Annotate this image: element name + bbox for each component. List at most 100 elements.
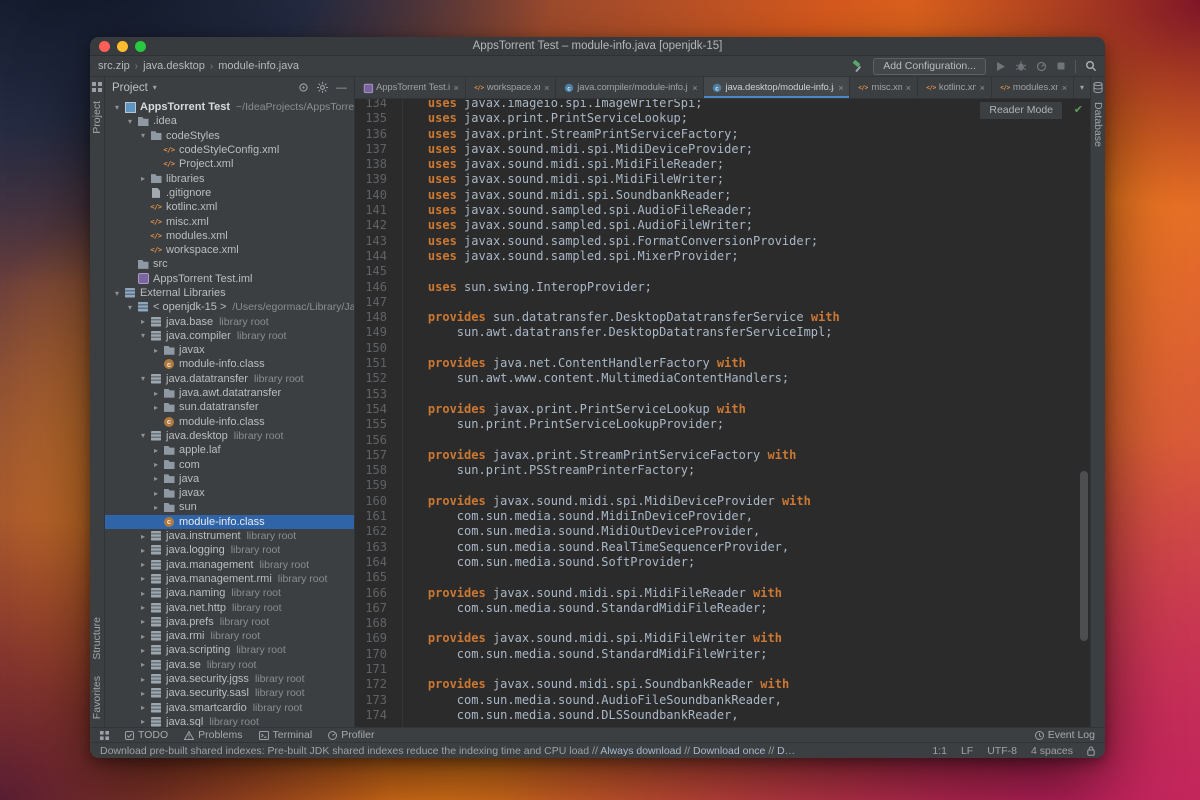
- tree-chevron-icon[interactable]: ▸: [137, 689, 149, 698]
- tree-chevron-icon[interactable]: ▸: [137, 617, 149, 626]
- editor-tab[interactable]: kotlinc.xml ×: [918, 77, 992, 98]
- tree-row[interactable]: ▸ com: [105, 457, 354, 471]
- tree-row[interactable]: Project.xml: [105, 157, 354, 171]
- tree-row[interactable]: ▸ sun.datatransfer: [105, 400, 354, 414]
- tree-chevron-icon[interactable]: ▾: [137, 331, 149, 340]
- tree-chevron-icon[interactable]: ▸: [137, 560, 149, 569]
- tree-row[interactable]: modules.xml: [105, 229, 354, 243]
- tree-row[interactable]: ▾ AppsTorrent Test ~/IdeaProjects/AppsTorr…: [105, 100, 354, 114]
- tree-row[interactable]: ▾ .idea: [105, 114, 354, 128]
- tree-chevron-icon[interactable]: ▸: [150, 474, 162, 483]
- close-window-button[interactable]: [99, 40, 110, 52]
- tree-row[interactable]: ▾ java.desktop library root: [105, 429, 354, 443]
- build-hammer-icon[interactable]: [851, 59, 864, 73]
- tree-row[interactable]: ▸ java.security.sasl library root: [105, 686, 354, 700]
- run-icon[interactable]: [995, 61, 1006, 72]
- tree-row[interactable]: ▸ javax: [105, 486, 354, 500]
- tree-chevron-icon[interactable]: ▸: [137, 717, 149, 726]
- tab-close-icon[interactable]: ×: [692, 83, 697, 93]
- tree-chevron-icon[interactable]: ▾: [111, 103, 123, 112]
- tree-chevron-icon[interactable]: ▸: [150, 503, 162, 512]
- editor-tab[interactable]: java.compiler/module-info.java ×: [556, 77, 705, 98]
- tree-row[interactable]: ▸ java.sql library root: [105, 715, 354, 727]
- tree-row[interactable]: ▾ java.datatransfer library root: [105, 372, 354, 386]
- tree-chevron-icon[interactable]: ▸: [137, 317, 149, 326]
- reader-mode-badge[interactable]: Reader Mode: [979, 101, 1063, 121]
- tab-close-icon[interactable]: ×: [1062, 83, 1067, 93]
- tree-chevron-icon[interactable]: ▸: [137, 603, 149, 612]
- search-everywhere-icon[interactable]: [1085, 60, 1097, 72]
- tree-row[interactable]: ▾ codeStyles: [105, 129, 354, 143]
- tool-button-database[interactable]: Database: [1092, 102, 1104, 147]
- tree-chevron-icon[interactable]: ▸: [137, 589, 149, 598]
- locate-file-icon[interactable]: [298, 82, 309, 93]
- add-configuration-button[interactable]: Add Configuration...: [873, 57, 986, 75]
- tree-chevron-icon[interactable]: ▸: [137, 632, 149, 641]
- breadcrumb-module-info[interactable]: module-info.java: [218, 60, 299, 72]
- tree-row[interactable]: ▾ External Libraries: [105, 286, 354, 300]
- tree-row[interactable]: ▸ sun: [105, 500, 354, 514]
- tree-chevron-icon[interactable]: ▸: [137, 546, 149, 555]
- tree-chevron-icon[interactable]: ▸: [137, 660, 149, 669]
- tool-button-favorites[interactable]: Favorites: [91, 676, 103, 719]
- tree-row[interactable]: AppsTorrent Test.iml: [105, 272, 354, 286]
- tree-row[interactable]: module-info.class: [105, 415, 354, 429]
- tree-row[interactable]: ▸ libraries: [105, 171, 354, 185]
- tool-windows-icon[interactable]: [100, 730, 109, 740]
- breadcrumb-java-desktop[interactable]: java.desktop: [143, 60, 205, 72]
- tree-chevron-icon[interactable]: ▸: [137, 574, 149, 583]
- tree-chevron-icon[interactable]: ▸: [150, 403, 162, 412]
- tree-row[interactable]: src: [105, 257, 354, 271]
- status-link[interactable]: Download once: [693, 745, 765, 757]
- chevron-down-icon[interactable]: ▾: [1080, 83, 1084, 92]
- tool-button-project[interactable]: Project: [91, 101, 103, 134]
- lock-icon[interactable]: [1087, 746, 1095, 756]
- tree-row[interactable]: workspace.xml: [105, 243, 354, 257]
- indent-widget[interactable]: 4 spaces: [1031, 745, 1073, 757]
- profile-icon[interactable]: [1036, 61, 1047, 72]
- tree-row[interactable]: ▸ java.base library root: [105, 314, 354, 328]
- tool-button-profiler[interactable]: Profiler: [328, 729, 374, 741]
- tab-close-icon[interactable]: ×: [980, 83, 985, 93]
- tree-row[interactable]: module-info.class: [105, 357, 354, 371]
- encoding-widget[interactable]: UTF-8: [987, 745, 1017, 757]
- stop-icon[interactable]: [1056, 61, 1066, 71]
- titlebar[interactable]: AppsTorrent Test – module-info.java [ope…: [90, 37, 1105, 56]
- breadcrumb-src-zip[interactable]: src.zip: [98, 60, 130, 72]
- editor-tab[interactable]: java.desktop/module-info.java ×: [704, 77, 851, 98]
- tree-chevron-icon[interactable]: ▸: [150, 389, 162, 398]
- tree-chevron-icon[interactable]: ▸: [137, 675, 149, 684]
- tool-button-structure[interactable]: Structure: [91, 617, 103, 660]
- tool-button-terminal[interactable]: Terminal: [258, 729, 312, 741]
- tool-button-event-log[interactable]: Event Log: [1034, 729, 1095, 741]
- tree-row[interactable]: ▸ java.security.jgss library root: [105, 672, 354, 686]
- inspection-ok-icon[interactable]: ✔: [1074, 102, 1083, 117]
- project-view-selector[interactable]: Project: [112, 82, 148, 94]
- editor-tab[interactable]: misc.xml ×: [850, 77, 918, 98]
- tree-chevron-icon[interactable]: ▾: [137, 131, 149, 140]
- tree-chevron-icon[interactable]: ▸: [137, 532, 149, 541]
- tree-chevron-icon[interactable]: ▾: [124, 303, 136, 312]
- tree-row[interactable]: ▸ apple.laf: [105, 443, 354, 457]
- status-link[interactable]: Always download: [600, 745, 681, 757]
- status-link[interactable]: Don't show again: [777, 745, 800, 757]
- tree-row[interactable]: ▸ java.prefs library root: [105, 615, 354, 629]
- tree-row[interactable]: ▾ < openjdk-15 > /Users/egormac/Library/Ja…: [105, 300, 354, 314]
- editor-scrollbar[interactable]: [1080, 471, 1088, 641]
- tree-row[interactable]: ▸ java.scripting library root: [105, 643, 354, 657]
- tree-row[interactable]: ▸ java.smartcardio library root: [105, 700, 354, 714]
- tree-row[interactable]: misc.xml: [105, 214, 354, 228]
- tree-row[interactable]: ▸ java.management library root: [105, 558, 354, 572]
- debug-icon[interactable]: [1015, 60, 1027, 72]
- tree-row[interactable]: ▸ java.instrument library root: [105, 529, 354, 543]
- tree-row[interactable]: ▸ java.rmi library root: [105, 629, 354, 643]
- tool-windows-icon[interactable]: [92, 82, 102, 92]
- tree-row[interactable]: ▸ javax: [105, 343, 354, 357]
- tree-chevron-icon[interactable]: ▾: [111, 289, 123, 298]
- minimize-window-button[interactable]: [117, 40, 128, 52]
- tree-row[interactable]: ▾ java.compiler library root: [105, 329, 354, 343]
- tool-button-problems[interactable]: Problems: [184, 729, 243, 741]
- tab-close-icon[interactable]: ×: [838, 83, 843, 93]
- tree-chevron-icon[interactable]: ▾: [124, 117, 136, 126]
- tree-row[interactable]: ▸ java.management.rmi library root: [105, 572, 354, 586]
